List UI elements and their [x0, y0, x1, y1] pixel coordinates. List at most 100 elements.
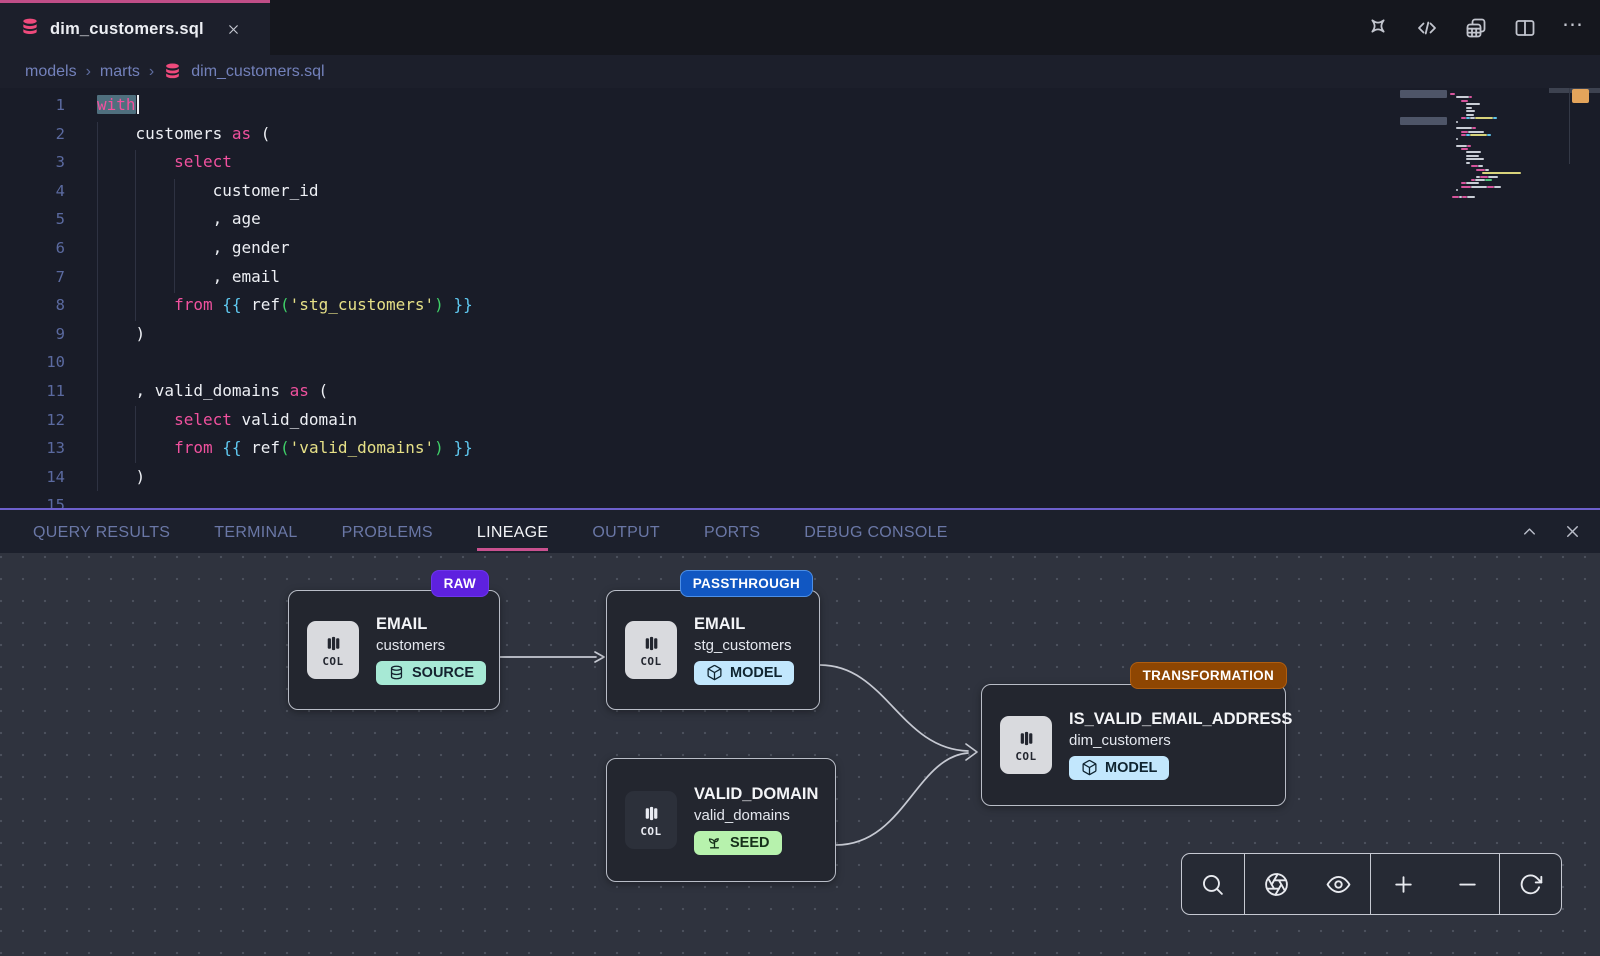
line-number: 13	[0, 434, 65, 463]
panel-tab-lineage[interactable]: LINEAGE	[477, 513, 548, 551]
node-title: EMAIL	[376, 615, 481, 634]
node-title: VALID_DOMAIN	[694, 785, 817, 804]
lineage-toolbar	[1181, 853, 1562, 915]
editor-tab-bar: dim_customers.sql ⋯	[0, 0, 1600, 55]
split-editor-button[interactable]	[1513, 16, 1537, 40]
minimap[interactable]	[1449, 93, 1531, 200]
node-title: EMAIL	[694, 615, 794, 634]
code-line: )	[97, 320, 473, 349]
search-icon	[1200, 872, 1225, 897]
badge-source: SOURCE	[376, 661, 486, 685]
code-line: , email	[97, 263, 473, 292]
lineage-node-valid_domains[interactable]: COL VALID_DOMAIN valid_domains SEED	[606, 758, 836, 882]
column-icon: COL	[1000, 716, 1052, 774]
visibility-button[interactable]	[1326, 872, 1351, 897]
close-panel-button[interactable]	[1563, 522, 1582, 541]
line-number: 14	[0, 463, 65, 492]
close-icon	[1563, 522, 1582, 541]
breadcrumb-separator: ›	[86, 63, 91, 81]
code-line: , valid_domains as (	[97, 377, 473, 406]
lineage-canvas[interactable]: RAW COL EMAIL customers SOURCE PASSTHROU…	[0, 553, 1600, 956]
editor-actions: ⋯	[1366, 0, 1584, 55]
database-outline-icon	[388, 664, 405, 681]
lineage-node-stg_customers[interactable]: PASSTHROUGH COL EMAIL stg_customers MODE…	[606, 590, 820, 710]
code-view-button[interactable]	[1415, 16, 1439, 40]
collapse-panel-button[interactable]	[1520, 522, 1539, 541]
line-number: 6	[0, 234, 65, 263]
database-icon	[163, 62, 182, 81]
line-number: 2	[0, 120, 65, 149]
column-icon: COL	[625, 621, 677, 679]
line-number: 1	[0, 91, 65, 120]
code-line: , age	[97, 205, 473, 234]
line-number: 4	[0, 177, 65, 206]
line-number: 5	[0, 205, 65, 234]
zoom-in-button[interactable]	[1391, 872, 1416, 897]
breadcrumb-item[interactable]: models	[25, 63, 77, 81]
panel-tab-debug-console[interactable]: DEBUG CONSOLE	[804, 513, 948, 551]
seedling-icon	[706, 834, 723, 851]
node-title: IS_VALID_EMAIL_ADDRESS	[1069, 710, 1267, 729]
zoom-out-button[interactable]	[1455, 872, 1480, 897]
code-line: select valid_domain	[97, 406, 473, 435]
node-subtitle: customers	[376, 637, 481, 654]
minus-icon	[1455, 872, 1480, 897]
cube-icon	[706, 664, 723, 681]
panel-tab-output[interactable]: OUTPUT	[592, 513, 660, 551]
breadcrumb-separator: ›	[149, 63, 154, 81]
line-number: 15	[0, 491, 65, 508]
code-line: with	[97, 91, 473, 120]
code-line: customers as (	[97, 120, 473, 149]
tag-transformation: TRANSFORMATION	[1130, 662, 1287, 689]
panel-tab-terminal[interactable]: TERMINAL	[214, 513, 297, 551]
breadcrumb-item[interactable]: dim_customers.sql	[191, 63, 324, 81]
dbt-logo-button[interactable]	[1366, 16, 1390, 40]
minimap-selection-mark	[1400, 90, 1447, 98]
line-number: 8	[0, 291, 65, 320]
close-tab-icon[interactable]	[226, 22, 241, 37]
code-content: with customers as ( select customer_id ,…	[97, 91, 473, 508]
toolbar-group	[1499, 854, 1561, 914]
aperture-icon	[1264, 872, 1289, 897]
dbt-logo-icon	[1366, 16, 1390, 40]
breadcrumb: models › marts › dim_customers.sql	[0, 55, 1600, 88]
code-line	[97, 348, 473, 377]
search-button[interactable]	[1200, 872, 1225, 897]
code-line: from {{ ref('stg_customers') }}	[97, 291, 473, 320]
lineage-node-dim_customers[interactable]: TRANSFORMATION COL IS_VALID_EMAIL_ADDRES…	[981, 684, 1286, 806]
code-line: )	[97, 463, 473, 492]
node-subtitle: valid_domains	[694, 807, 817, 824]
line-number: 12	[0, 406, 65, 435]
breadcrumb-item[interactable]: marts	[100, 63, 140, 81]
cube-icon	[1081, 759, 1098, 776]
more-actions-button[interactable]: ⋯	[1562, 14, 1584, 41]
chevron-up-icon	[1520, 522, 1539, 541]
panel-tab-ports[interactable]: PORTS	[704, 513, 760, 551]
tab-label: dim_customers.sql	[50, 20, 204, 39]
lineage-node-customers[interactable]: RAW COL EMAIL customers SOURCE	[288, 590, 500, 710]
copy-results-button[interactable]	[1464, 16, 1488, 40]
code-line: customer_id	[97, 177, 473, 206]
eye-icon	[1326, 872, 1351, 897]
panel-actions	[1520, 510, 1582, 553]
tab-dim-customers[interactable]: dim_customers.sql	[0, 0, 270, 55]
line-number: 11	[0, 377, 65, 406]
plus-icon	[1391, 872, 1416, 897]
code-editor[interactable]: 123456789101112131415 with customers as …	[0, 88, 1600, 508]
panel-tab-bar: QUERY RESULTS TERMINAL PROBLEMS LINEAGE OUTP…	[0, 510, 1600, 553]
ellipsis-icon: ⋯	[1562, 14, 1584, 41]
database-icon	[20, 17, 40, 42]
panel-tab-problems[interactable]: PROBLEMS	[342, 513, 433, 551]
refresh-button[interactable]	[1518, 872, 1543, 897]
badge-model: MODEL	[1069, 756, 1169, 780]
refresh-icon	[1518, 872, 1543, 897]
capture-button[interactable]	[1264, 872, 1289, 897]
table-copy-icon	[1464, 16, 1488, 40]
line-numbers: 123456789101112131415	[0, 91, 65, 508]
toolbar-group	[1182, 854, 1244, 914]
panel-tab-query-results[interactable]: QUERY RESULTS	[33, 513, 170, 551]
toolbar-group	[1244, 854, 1370, 914]
code-line: from {{ ref('valid_domains') }}	[97, 434, 473, 463]
code-line: select	[97, 148, 473, 177]
tag-raw: RAW	[431, 570, 489, 597]
